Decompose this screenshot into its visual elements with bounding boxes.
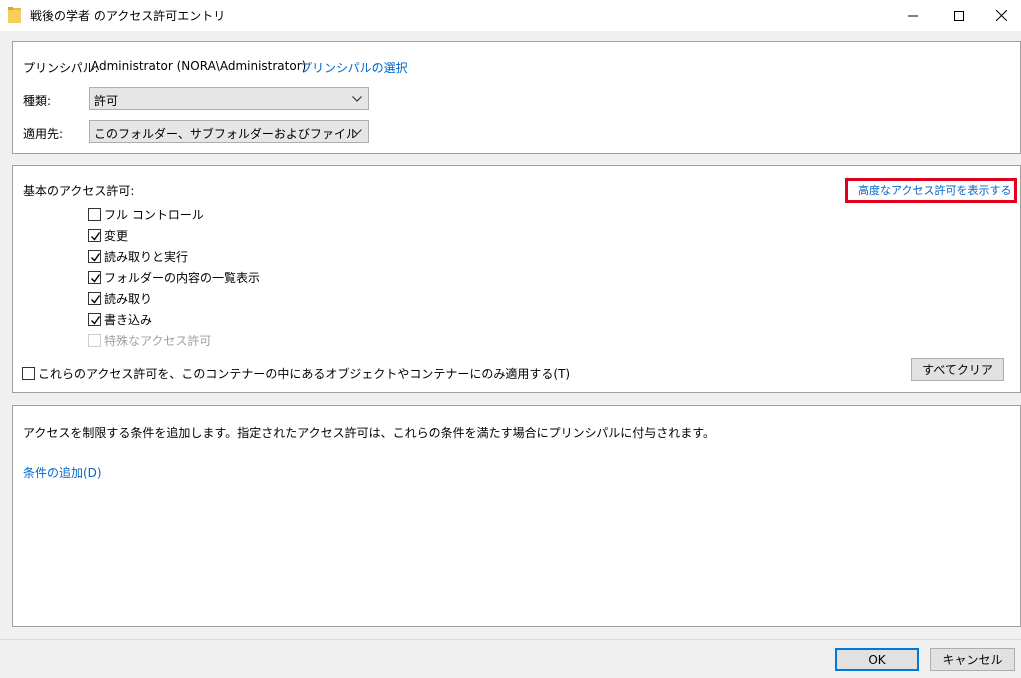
permission-label: フル コントロール <box>104 207 204 222</box>
permission-label: 読み取り <box>104 291 153 306</box>
permission-item: 特殊なアクセス許可 <box>88 332 211 348</box>
checkmark-icon <box>91 294 101 304</box>
permission-checkbox[interactable] <box>88 291 101 305</box>
chevron-down-icon <box>352 129 362 135</box>
conditions-description: アクセスを制限する条件を追加します。指定されたアクセス許可は、これらの条件を満た… <box>23 426 716 440</box>
footer-divider <box>0 639 1021 640</box>
folder-icon <box>8 7 21 23</box>
window-title: 戦後の学者 のアクセス許可エントリ <box>30 9 226 23</box>
checkmark-icon <box>91 231 101 241</box>
clear-all-button[interactable]: すべてクリア <box>911 358 1004 381</box>
type-label: 種類: <box>23 94 52 108</box>
permission-label: フォルダーの内容の一覧表示 <box>104 270 261 285</box>
permission-checkbox <box>88 333 101 347</box>
permission-item[interactable]: 書き込み <box>88 311 152 327</box>
permission-label: 変更 <box>104 228 129 243</box>
checkmark-icon <box>91 315 101 325</box>
apply-only-checkbox-row[interactable]: これらのアクセス許可を、このコンテナーの中にあるオブジェクトやコンテナーにのみ適… <box>22 365 570 381</box>
principal-value: Administrator (NORA\Administrator) <box>91 59 307 73</box>
permission-item[interactable]: フル コントロール <box>88 206 204 222</box>
applies-to-dropdown[interactable]: このフォルダー、サブフォルダーおよびファイル <box>89 120 369 143</box>
minimize-button[interactable] <box>890 0 936 31</box>
permission-checkbox[interactable] <box>88 249 101 263</box>
applies-to-label: 適用先: <box>23 127 64 141</box>
close-button[interactable] <box>978 0 1021 31</box>
permission-item[interactable]: 読み取りと実行 <box>88 248 188 264</box>
principal-panel: プリンシパル: Administrator (NORA\Administrato… <box>12 41 1021 154</box>
chevron-down-icon <box>352 96 362 102</box>
type-dropdown[interactable]: 許可 <box>89 87 369 110</box>
highlight-box <box>845 178 1017 203</box>
select-principal-link[interactable]: プリンシパルの選択 <box>300 59 408 76</box>
permission-checkbox[interactable] <box>88 270 101 284</box>
basic-permissions-heading: 基本のアクセス許可: <box>23 184 135 198</box>
minimize-icon <box>908 15 918 16</box>
type-dropdown-value: 許可 <box>94 94 119 108</box>
maximize-button[interactable] <box>936 0 982 31</box>
close-icon <box>995 10 1007 21</box>
cancel-button[interactable]: キャンセル <box>930 648 1015 671</box>
maximize-icon <box>954 10 964 21</box>
checkmark-icon <box>91 252 101 262</box>
applies-to-dropdown-value: このフォルダー、サブフォルダーおよびファイル <box>94 127 358 141</box>
add-condition-link[interactable]: 条件の追加(D) <box>23 464 102 481</box>
permission-checkbox[interactable] <box>88 312 101 326</box>
apply-only-checkbox[interactable] <box>22 366 35 380</box>
title-bar: 戦後の学者 のアクセス許可エントリ <box>0 0 1021 31</box>
apply-only-label: これらのアクセス許可を、このコンテナーの中にあるオブジェクトやコンテナーにのみ適… <box>38 366 571 381</box>
conditions-panel: アクセスを制限する条件を追加します。指定されたアクセス許可は、これらの条件を満た… <box>12 405 1021 627</box>
permission-label: 書き込み <box>104 312 153 327</box>
permission-item[interactable]: 変更 <box>88 227 128 243</box>
permission-checkbox[interactable] <box>88 228 101 242</box>
permission-label: 特殊なアクセス許可 <box>104 333 212 348</box>
checkmark-icon <box>91 273 101 283</box>
permission-label: 読み取りと実行 <box>104 249 189 264</box>
ok-button[interactable]: OK <box>835 648 919 671</box>
permission-item[interactable]: 読み取り <box>88 290 152 306</box>
permission-item[interactable]: フォルダーの内容の一覧表示 <box>88 269 260 285</box>
permission-checkbox[interactable] <box>88 207 101 221</box>
principal-label: プリンシパル: <box>23 61 99 75</box>
